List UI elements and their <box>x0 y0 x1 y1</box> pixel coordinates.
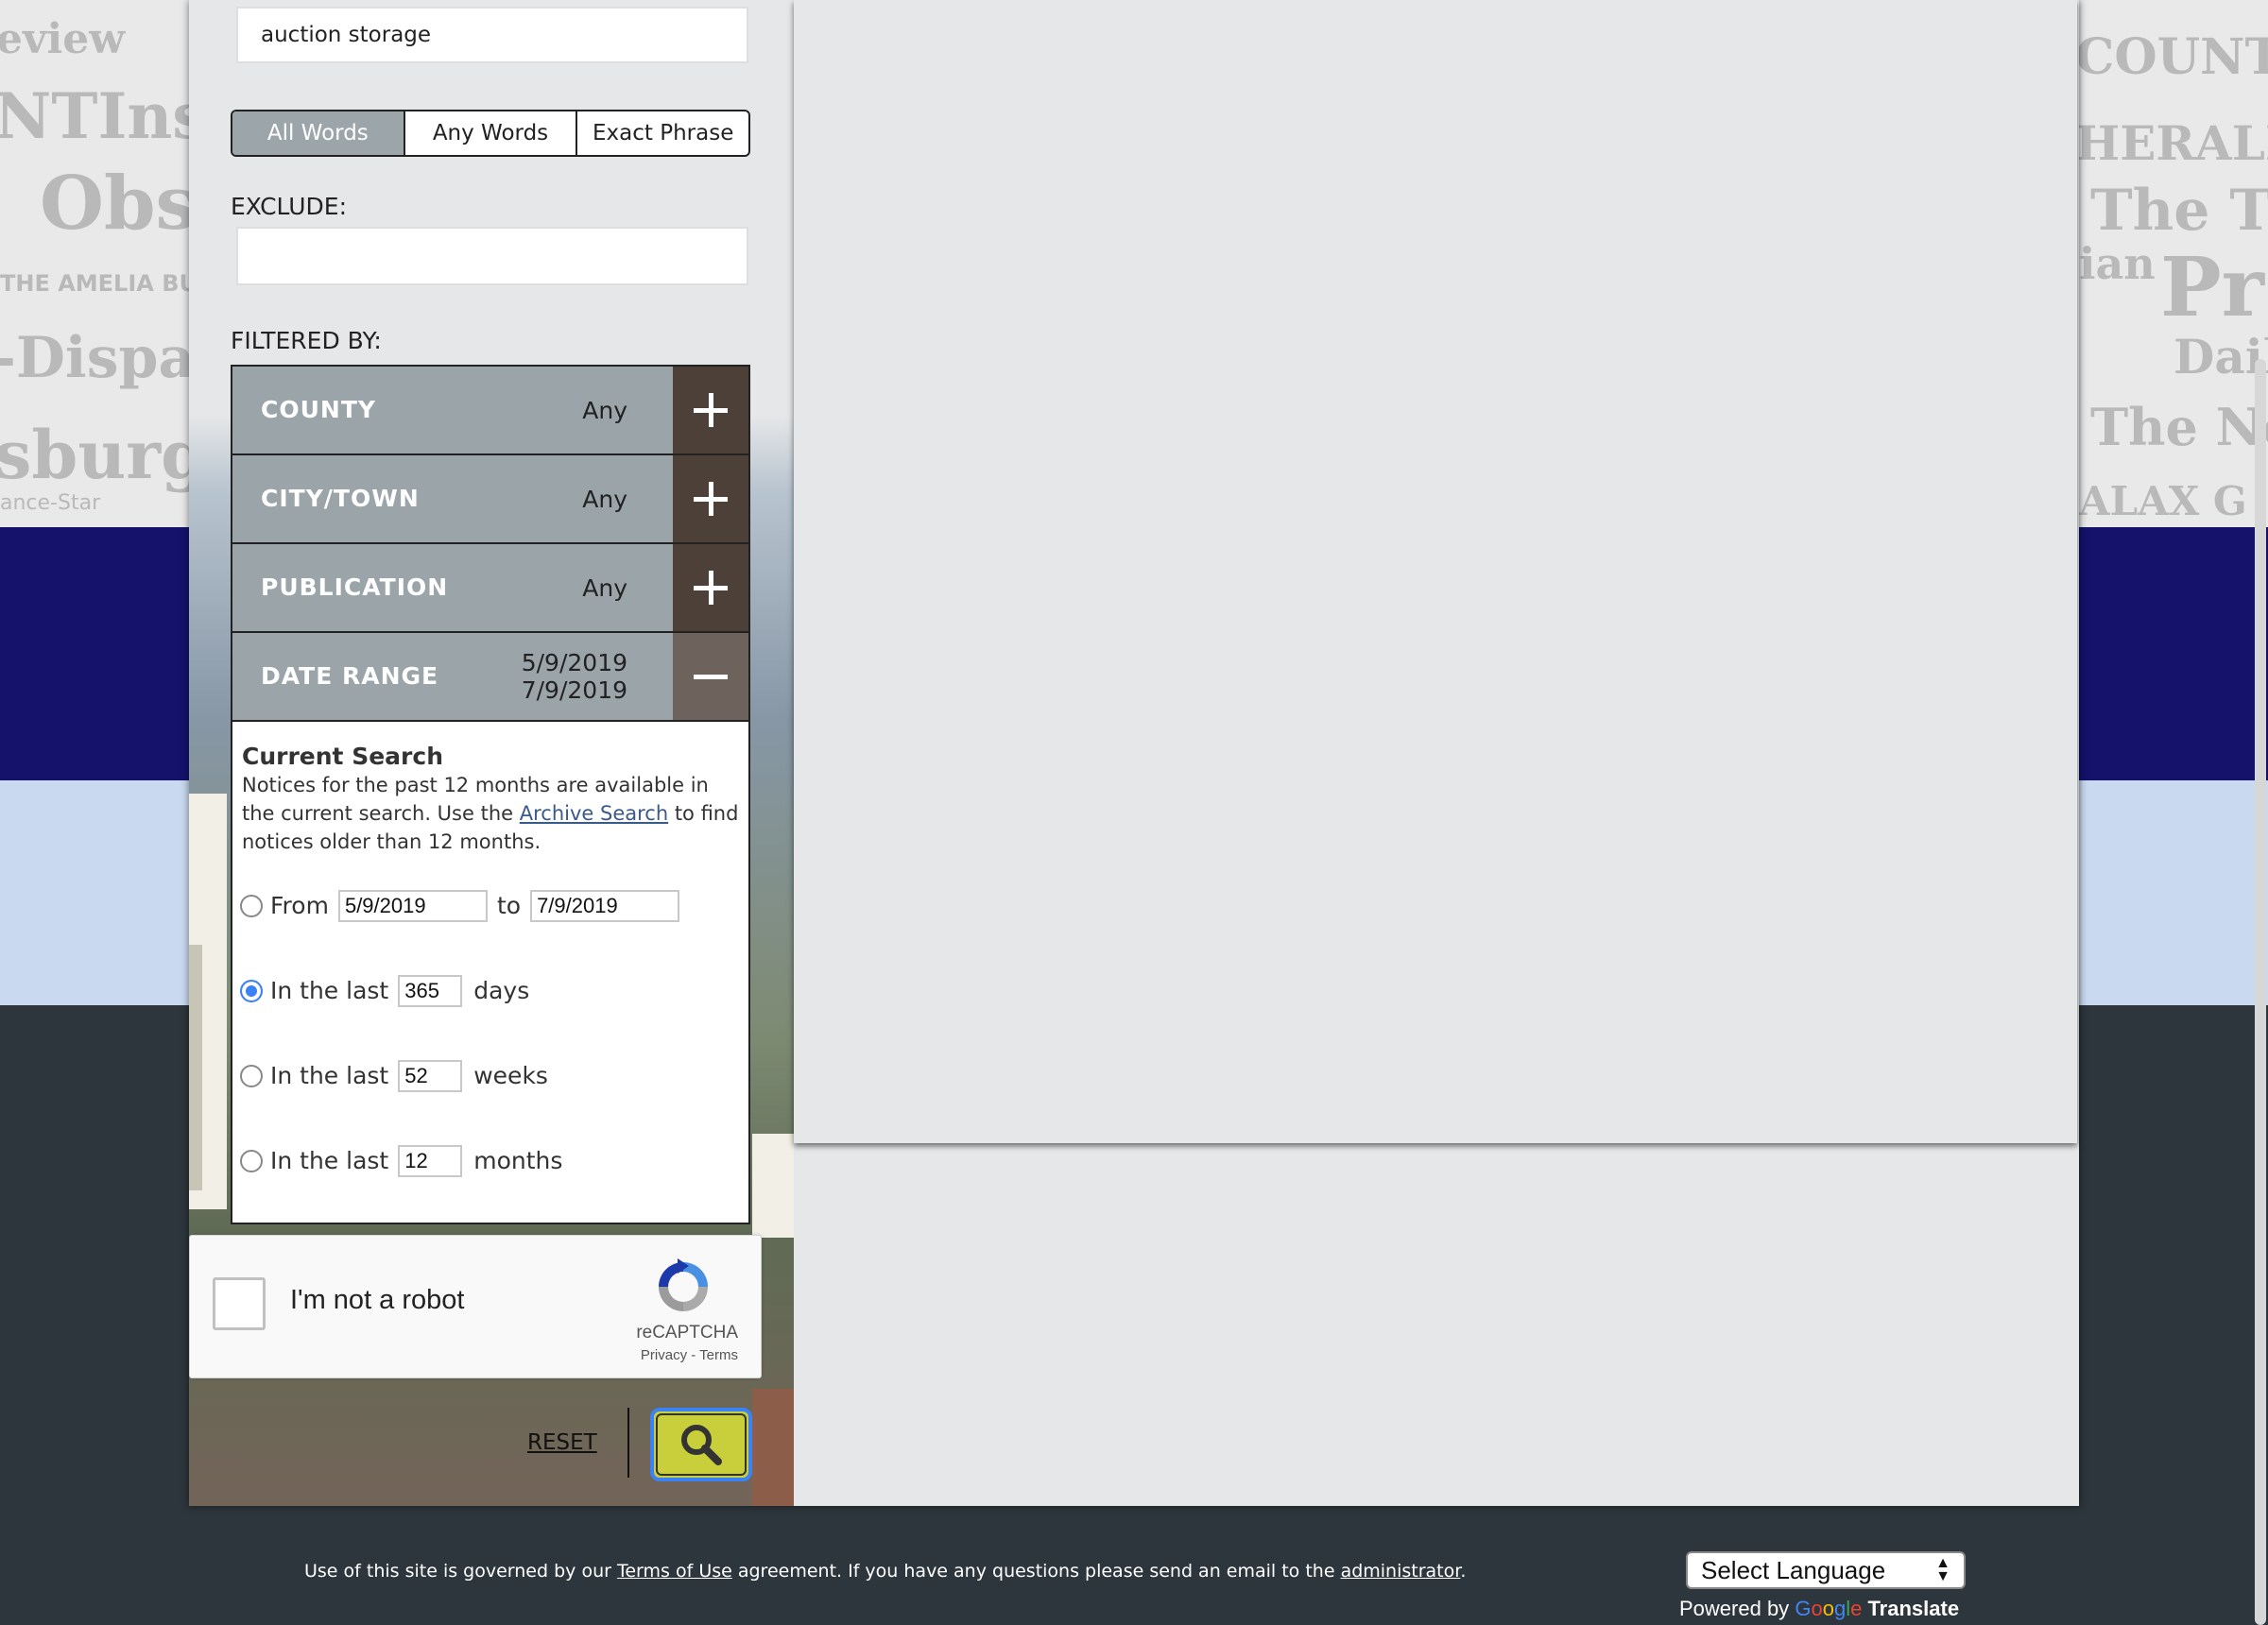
in-the-last-label: In the last <box>270 1147 389 1174</box>
recaptcha-widget: I'm not a robot reCAPTCHA Privacy - Term… <box>189 1235 762 1378</box>
action-divider <box>627 1408 629 1478</box>
google-logo-icon: Google <box>1795 1597 1863 1620</box>
date-option-from-to: From 5/9/2019 to 7/9/2019 <box>240 890 680 922</box>
minus-icon <box>694 674 728 679</box>
google-translate-attribution: Powered by Google Translate <box>1679 1597 1960 1620</box>
exclude-label: EXCLUDE: <box>231 193 348 220</box>
current-search-heading: Current Search <box>242 743 443 770</box>
collapse-date-range-button[interactable] <box>673 633 748 720</box>
keywords-input[interactable]: auction storage <box>236 7 748 63</box>
administrator-link[interactable]: administrator <box>1341 1561 1461 1582</box>
in-the-last-label: In the last <box>270 1062 389 1089</box>
keywords-input-value: auction storage <box>261 23 432 47</box>
filter-name: DATE RANGE <box>261 662 439 690</box>
filter-value: Any <box>582 485 627 513</box>
select-arrows-icon: ▲ ▼ <box>1935 1555 1950 1584</box>
radio-from-to[interactable] <box>240 895 263 917</box>
months-input[interactable]: 12 <box>398 1145 463 1177</box>
plus-icon <box>694 393 728 427</box>
date-range-panel: Current Search Notices for the past 12 m… <box>232 722 748 1223</box>
filter-row-publication[interactable]: PUBLICATION Any <box>232 544 748 633</box>
courthouse-photo-wing <box>752 1134 794 1238</box>
newspaper-masthead: The Tid <box>2090 178 2268 244</box>
plus-icon <box>694 482 728 516</box>
recaptcha-logo-icon <box>659 1258 708 1311</box>
courthouse-photo-column <box>189 945 202 1190</box>
language-select-value: Select Language <box>1701 1555 1886 1584</box>
newspaper-masthead: ance-Star <box>0 491 101 515</box>
expand-county-button[interactable] <box>673 367 748 453</box>
match-mode-exact-phrase[interactable]: Exact Phrase <box>577 111 748 155</box>
current-search-description: Notices for the past 12 months are avail… <box>242 774 739 853</box>
date-range-from: 5/9/2019 <box>521 649 627 676</box>
terms-of-use-link[interactable]: Terms of Use <box>617 1561 732 1582</box>
recaptcha-brand: reCAPTCHA <box>636 1323 738 1343</box>
filtered-by-label: FILTERED BY: <box>231 327 382 354</box>
weeks-unit-label: weeks <box>473 1062 548 1089</box>
recaptcha-privacy-terms[interactable]: Privacy - Terms <box>641 1347 738 1363</box>
newspaper-masthead: HERALI <box>2075 115 2268 171</box>
expand-city-town-button[interactable] <box>673 455 748 542</box>
recaptcha-checkbox[interactable] <box>213 1277 266 1330</box>
radio-last-weeks[interactable] <box>240 1065 263 1087</box>
reset-button[interactable]: RESET <box>527 1430 597 1455</box>
page-scrollbar[interactable] <box>2255 359 2266 1625</box>
newspaper-masthead: COUNTY R <box>2075 28 2268 86</box>
archive-search-link[interactable]: Archive Search <box>520 802 668 825</box>
filter-accordion: COUNTY Any CITY/TOWN Any PUBLICATION Any… <box>231 365 750 1224</box>
exclude-input[interactable] <box>236 227 748 285</box>
newspaper-masthead: eview <box>0 15 126 63</box>
date-range-to: 7/9/2019 <box>521 676 627 704</box>
date-option-months: In the last 12 months <box>240 1145 562 1177</box>
filter-value-date: 5/9/2019 7/9/2019 <box>522 633 627 720</box>
radio-last-days[interactable] <box>240 980 263 1002</box>
match-mode-toggle: All Words Any Words Exact Phrase <box>231 110 750 157</box>
filter-name: PUBLICATION <box>261 573 449 601</box>
match-mode-any-words[interactable]: Any Words <box>405 111 578 155</box>
recaptcha-label: I'm not a robot <box>290 1285 465 1315</box>
filter-row-date-range[interactable]: DATE RANGE 5/9/2019 7/9/2019 <box>232 633 748 722</box>
newspaper-masthead: Pr <box>2160 240 2264 335</box>
newspaper-masthead: sburg <box>0 416 208 494</box>
days-unit-label: days <box>473 977 530 1004</box>
from-date-input[interactable]: 5/9/2019 <box>337 890 488 922</box>
results-panel <box>794 0 2077 1143</box>
search-icon <box>681 1425 722 1465</box>
from-label: From <box>270 892 329 919</box>
weeks-input[interactable]: 52 <box>398 1060 463 1092</box>
to-date-input[interactable]: 7/9/2019 <box>530 890 680 922</box>
match-mode-all-words[interactable]: All Words <box>232 111 405 155</box>
newspaper-masthead: Obs <box>40 161 198 247</box>
filter-value: Any <box>582 573 627 602</box>
months-unit-label: months <box>473 1147 563 1174</box>
newspaper-masthead: ALAX G <box>2079 478 2247 524</box>
language-select[interactable]: Select Language ▲ ▼ <box>1686 1551 1966 1589</box>
plus-icon <box>694 571 728 605</box>
date-option-weeks: In the last 52 weeks <box>240 1060 548 1092</box>
search-button[interactable] <box>650 1408 752 1481</box>
expand-publication-button[interactable] <box>673 544 748 631</box>
in-the-last-label: In the last <box>270 977 389 1004</box>
filter-value: Any <box>582 396 627 424</box>
date-option-days: In the last 365 days <box>240 975 529 1007</box>
footer-notice: Use of this site is governed by our Term… <box>304 1561 1467 1582</box>
newspaper-masthead: ian <box>2079 238 2156 289</box>
days-input[interactable]: 365 <box>398 975 463 1007</box>
newspaper-masthead: Daily <box>2174 329 2268 385</box>
filter-row-county[interactable]: COUNTY Any <box>232 367 748 455</box>
newspaper-masthead: The New <box>2090 397 2268 457</box>
radio-last-months[interactable] <box>240 1150 263 1172</box>
filter-row-city-town[interactable]: CITY/TOWN Any <box>232 455 748 544</box>
to-label: to <box>496 892 522 919</box>
courthouse-photo-brick <box>752 1389 794 1506</box>
filter-name: COUNTY <box>261 396 376 423</box>
filter-name: CITY/TOWN <box>261 485 420 512</box>
